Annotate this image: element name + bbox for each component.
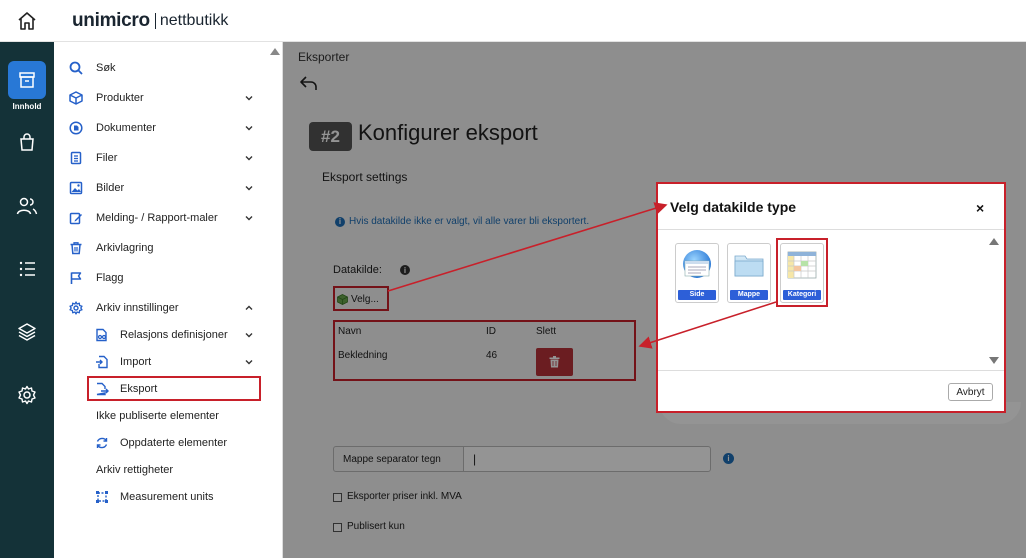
nav-label: Filer [96, 152, 118, 164]
tile-label: Mappe [730, 290, 768, 300]
refresh-icon [94, 435, 110, 451]
nav-label: Dokumenter [96, 122, 156, 134]
nav-label: Ikke publiserte elementer [96, 410, 219, 422]
file-import-icon [94, 354, 110, 370]
scroll-up-icon[interactable] [989, 238, 999, 245]
rail-item-innhold[interactable] [8, 61, 46, 99]
rail-label-innhold: Innhold [12, 102, 42, 111]
close-button[interactable]: × [976, 200, 984, 216]
highlight-kategori [776, 238, 828, 307]
archive-box-icon [19, 72, 35, 88]
image-icon [68, 180, 84, 196]
settings-cog-icon [68, 300, 84, 316]
measure-frame-icon [94, 489, 110, 505]
nav-item-flagg[interactable]: Flagg [54, 263, 269, 293]
chevron-down-icon[interactable] [243, 329, 255, 341]
chevron-down-icon[interactable] [243, 152, 255, 164]
tile-mappe[interactable]: Mappe [727, 243, 771, 303]
layers-icon[interactable] [15, 320, 39, 344]
side-nav: Søk Produkter Dokumenter Filer Bilder Me… [54, 42, 283, 558]
nav-subitem-ikke-publiserte-elementer[interactable]: Ikke publiserte elementer [54, 401, 269, 431]
nav-subitem-measurement-units[interactable]: Measurement units [54, 482, 269, 512]
users-icon[interactable] [15, 194, 39, 218]
nav-item-filer[interactable]: Filer [54, 143, 269, 173]
brand-product: nettbutikk [159, 12, 229, 29]
document-circle-icon [68, 120, 84, 136]
nav-item-melding-rapport-maler[interactable]: Melding- / Rapport-maler [54, 203, 269, 233]
list-icon[interactable] [15, 257, 39, 281]
nav-item-produkter[interactable]: Produkter [54, 83, 269, 113]
nav-label: Arkiv rettigheter [96, 464, 174, 476]
shopping-bag-icon[interactable] [15, 130, 39, 154]
nav-item-dokumenter[interactable]: Dokumenter [54, 113, 269, 143]
nav-label: Arkiv innstillinger [96, 302, 179, 314]
highlight-eksport [87, 376, 261, 401]
nav-subitem-import[interactable]: Import [54, 347, 269, 377]
chevron-down-icon[interactable] [243, 182, 255, 194]
relation-icon [94, 327, 110, 343]
brand-name: unimicro [72, 10, 150, 31]
nav-label: Relasjons definisjoner [120, 329, 228, 341]
folder-icon [734, 255, 764, 277]
nav-label: Bilder [96, 182, 125, 194]
dialog-body: Side Mappe Kategori [658, 229, 1004, 371]
chevron-down-icon[interactable] [243, 92, 255, 104]
nav-label: Measurement units [120, 491, 214, 503]
top-bar: unimicro nettbutikk [0, 0, 1026, 42]
chevron-down-icon[interactable] [243, 356, 255, 368]
nav-label: Oppdaterte elementer [120, 437, 228, 449]
tile-side[interactable]: Side [675, 243, 719, 303]
edit-document-icon [68, 210, 84, 226]
file-list-icon [68, 150, 84, 166]
chevron-down-icon[interactable] [243, 212, 255, 224]
trash-icon [68, 240, 84, 256]
tile-label: Side [678, 290, 716, 300]
globe-page-icon [683, 250, 711, 278]
nav-subitem-relasjons-definisjoner[interactable]: Relasjons definisjoner [54, 320, 269, 350]
home-icon[interactable] [14, 8, 40, 34]
nav-item-arkiv-innstillinger[interactable]: Arkiv innstillinger [54, 293, 269, 323]
search-icon [68, 60, 84, 76]
nav-label: Produkter [96, 92, 144, 104]
scroll-up-icon[interactable] [270, 48, 280, 55]
nav-item-bilder[interactable]: Bilder [54, 173, 269, 203]
flag-icon [68, 270, 84, 286]
nav-subitem-oppdaterte-elementer[interactable]: Oppdaterte elementer [54, 428, 269, 458]
nav-label: Søk [96, 62, 116, 74]
nav-label: Arkivlagring [96, 242, 154, 254]
brand-divider [154, 13, 156, 29]
cube-icon [68, 90, 84, 106]
nav-label: Import [120, 356, 152, 368]
nav-label: Melding- / Rapport-maler [96, 212, 218, 224]
chevron-down-icon[interactable] [243, 122, 255, 134]
gear-icon[interactable] [15, 383, 39, 407]
chevron-up-icon[interactable] [243, 302, 255, 314]
nav-item-arkivlagring[interactable]: Arkivlagring [54, 233, 269, 263]
nav-subitem-arkiv-rettigheter[interactable]: Arkiv rettigheter [54, 455, 269, 485]
cancel-button[interactable]: Avbryt [948, 383, 993, 401]
brand-logo: unimicro nettbutikk [72, 10, 228, 32]
dialog-title: Velg datakilde type [670, 199, 797, 215]
nav-item-sok[interactable]: Søk [54, 53, 269, 83]
nav-label: Flagg [96, 272, 124, 284]
datasource-type-dialog: Velg datakilde type × Side Mappe Kategor… [656, 182, 1006, 413]
scroll-down-icon[interactable] [989, 357, 999, 364]
icon-rail: Innhold [0, 42, 54, 558]
